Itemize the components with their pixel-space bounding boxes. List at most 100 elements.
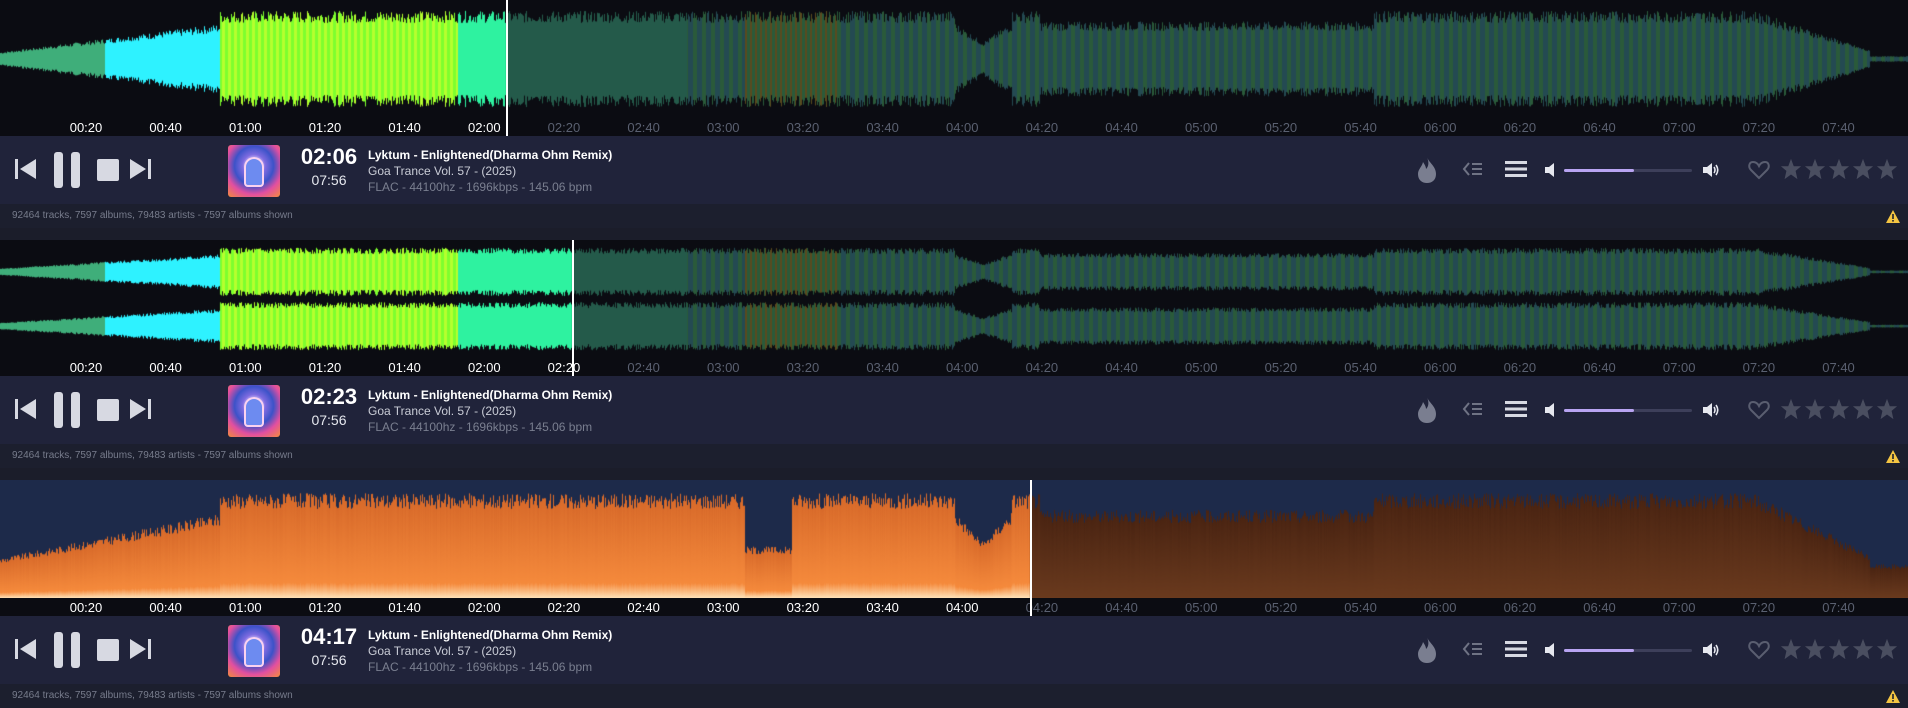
- star-icon[interactable]: [1780, 398, 1802, 420]
- playhead[interactable]: [572, 240, 574, 376]
- album-cover[interactable]: [228, 625, 280, 677]
- seekbar[interactable]: 00:20 00:40 01:00 01:20 01:40 02:00 02:20 02:40…: [0, 0, 1908, 136]
- star-icon[interactable]: [1852, 158, 1874, 180]
- track-title[interactable]: Lyktum - Enlightened(Dharma Ohm Remix): [368, 148, 612, 162]
- skip-next-icon[interactable]: [128, 157, 152, 181]
- volume-slider[interactable]: [1564, 649, 1692, 652]
- time-tick: 04:20: [1025, 120, 1059, 135]
- time-ruler: 00:20 00:40 01:00 01:20 01:40 02:00 02:20 02:40…: [0, 598, 1908, 616]
- volume-low-icon[interactable]: [1545, 163, 1557, 177]
- album-cover[interactable]: [228, 385, 280, 437]
- volume-low-icon[interactable]: [1545, 403, 1557, 417]
- skip-previous-icon[interactable]: [14, 637, 38, 661]
- volume-high-icon[interactable]: [1703, 162, 1721, 178]
- stop-icon[interactable]: [97, 159, 119, 181]
- current-time[interactable]: 02:23: [296, 384, 362, 410]
- time-tick: 02:00: [468, 120, 501, 135]
- time-tick: 05:20: [1264, 360, 1298, 375]
- waveform-canvas[interactable]: [0, 240, 1908, 358]
- time-tick: 07:00: [1662, 360, 1696, 375]
- warning-icon[interactable]: [1886, 210, 1900, 223]
- skip-next-icon[interactable]: [128, 637, 152, 661]
- star-icon[interactable]: [1876, 398, 1898, 420]
- star-icon[interactable]: [1804, 638, 1826, 660]
- stop-icon[interactable]: [97, 399, 119, 421]
- waveform-canvas[interactable]: [0, 0, 1908, 118]
- star-icon[interactable]: [1828, 638, 1850, 660]
- library-stats: 92464 tracks, 7597 albums, 79483 artists…: [12, 450, 293, 461]
- time-ruler: 00:20 00:40 01:00 01:20 01:40 02:00 02:20 02:40…: [0, 358, 1908, 376]
- rating-stars[interactable]: [1780, 398, 1900, 425]
- star-icon[interactable]: [1852, 638, 1874, 660]
- flame-icon[interactable]: [1415, 636, 1439, 664]
- time-tick: 00:40: [149, 360, 182, 375]
- waveform-canvas[interactable]: [0, 480, 1908, 598]
- heart-icon[interactable]: [1748, 160, 1770, 180]
- playhead[interactable]: [1030, 480, 1032, 616]
- warning-icon[interactable]: [1886, 450, 1900, 463]
- star-icon[interactable]: [1876, 638, 1898, 660]
- flame-icon[interactable]: [1415, 396, 1439, 424]
- menu-icon[interactable]: [1505, 160, 1527, 178]
- skip-next-icon[interactable]: [128, 397, 152, 421]
- time-tick: 03:40: [866, 360, 899, 375]
- pause-icon[interactable]: [52, 152, 82, 188]
- time-tick: 04:00: [945, 600, 979, 615]
- current-time[interactable]: 04:17: [296, 624, 362, 650]
- menu-icon[interactable]: [1505, 400, 1527, 418]
- album-line[interactable]: Goa Trance Vol. 57 - (2025): [368, 164, 516, 178]
- heart-icon[interactable]: [1748, 640, 1770, 660]
- queue-icon[interactable]: [1461, 160, 1483, 178]
- album-line[interactable]: Goa Trance Vol. 57 - (2025): [368, 404, 516, 418]
- volume-slider[interactable]: [1564, 409, 1692, 412]
- skip-previous-icon[interactable]: [14, 157, 38, 181]
- time-tick: 02:00: [468, 360, 501, 375]
- track-title[interactable]: Lyktum - Enlightened(Dharma Ohm Remix): [368, 628, 612, 642]
- pause-icon[interactable]: [52, 392, 82, 428]
- player-panel-p2: 00:20 00:40 01:00 01:20 01:40 02:00 02:20 02:40…: [0, 240, 1908, 468]
- album-line[interactable]: Goa Trance Vol. 57 - (2025): [368, 644, 516, 658]
- queue-icon[interactable]: [1461, 640, 1483, 658]
- volume-high-icon[interactable]: [1703, 402, 1721, 418]
- time-tick: 05:40: [1344, 120, 1377, 135]
- star-icon[interactable]: [1828, 158, 1850, 180]
- queue-icon[interactable]: [1461, 400, 1483, 418]
- status-bar: 92464 tracks, 7597 albums, 79483 artists…: [0, 684, 1908, 708]
- library-stats: 92464 tracks, 7597 albums, 79483 artists…: [12, 210, 293, 221]
- star-icon[interactable]: [1804, 398, 1826, 420]
- volume-low-icon[interactable]: [1545, 643, 1557, 657]
- menu-icon[interactable]: [1505, 640, 1527, 658]
- time-tick: 01:40: [388, 600, 421, 615]
- time-tick: 06:20: [1503, 600, 1537, 615]
- volume-high-icon[interactable]: [1703, 642, 1721, 658]
- seekbar[interactable]: 00:20 00:40 01:00 01:20 01:40 02:00 02:20 02:40…: [0, 480, 1908, 616]
- star-icon[interactable]: [1828, 398, 1850, 420]
- heart-icon[interactable]: [1748, 400, 1770, 420]
- album-cover[interactable]: [228, 145, 280, 197]
- rating-stars[interactable]: [1780, 638, 1900, 665]
- skip-previous-icon[interactable]: [14, 397, 38, 421]
- rating-stars[interactable]: [1780, 158, 1900, 185]
- time-tick: 01:20: [308, 360, 342, 375]
- pause-icon[interactable]: [52, 632, 82, 668]
- total-duration: 07:56: [311, 652, 347, 668]
- star-icon[interactable]: [1852, 398, 1874, 420]
- time-tick: 03:00: [706, 120, 740, 135]
- time-tick: 05:00: [1184, 360, 1218, 375]
- format-info: FLAC - 44100hz - 1696kbps - 145.06 bpm: [368, 180, 593, 194]
- star-icon[interactable]: [1780, 158, 1802, 180]
- volume-slider[interactable]: [1564, 169, 1692, 172]
- time-tick: 07:00: [1662, 120, 1696, 135]
- star-icon[interactable]: [1876, 158, 1898, 180]
- track-title[interactable]: Lyktum - Enlightened(Dharma Ohm Remix): [368, 388, 612, 402]
- current-time[interactable]: 02:06: [296, 144, 362, 170]
- time-tick: 00:40: [149, 600, 182, 615]
- flame-icon[interactable]: [1415, 156, 1439, 184]
- warning-icon[interactable]: [1886, 690, 1900, 703]
- star-icon[interactable]: [1804, 158, 1826, 180]
- star-icon[interactable]: [1780, 638, 1802, 660]
- stop-icon[interactable]: [97, 639, 119, 661]
- seekbar[interactable]: 00:20 00:40 01:00 01:20 01:40 02:00 02:20 02:40…: [0, 240, 1908, 376]
- time-tick: 04:20: [1025, 360, 1059, 375]
- playhead[interactable]: [506, 0, 508, 136]
